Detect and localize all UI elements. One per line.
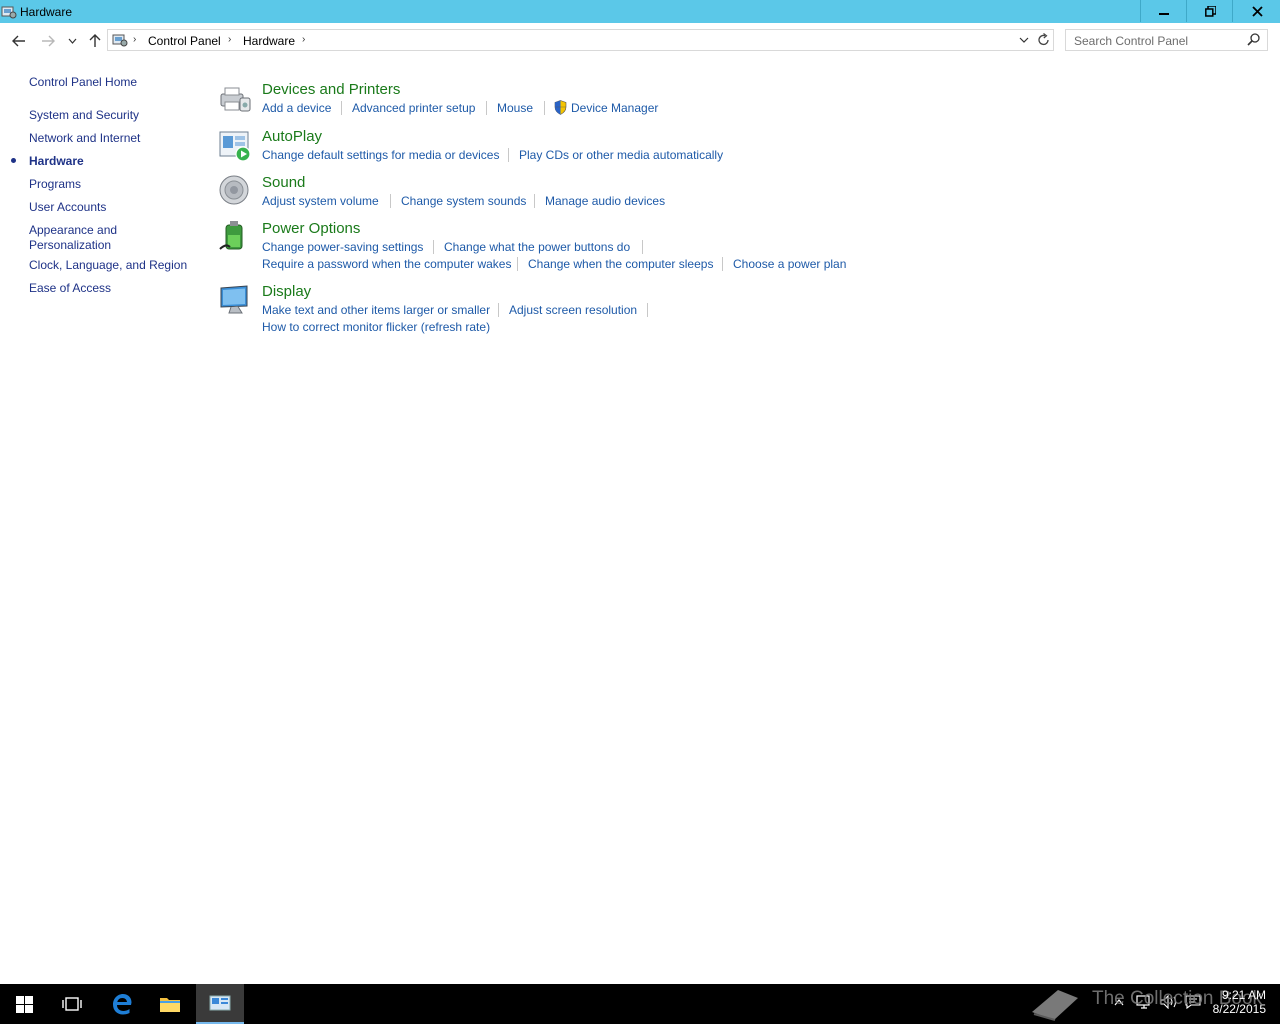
manage-audio-devices-link[interactable]: Manage audio devices — [545, 194, 665, 208]
chevron-right-icon[interactable]: › — [133, 34, 136, 45]
sidebar-item-appearance[interactable]: Appearance and — [29, 223, 117, 238]
restore-icon — [1204, 5, 1216, 17]
title-bar: Hardware — [0, 0, 1280, 23]
address-dropdown-icon[interactable] — [1019, 34, 1029, 46]
clock[interactable]: 9:21 AM 8/22/2015 — [1212, 988, 1266, 1016]
display-icon[interactable] — [218, 283, 252, 317]
monitor-flicker-link[interactable]: How to correct monitor flicker (refresh … — [262, 320, 490, 334]
require-password-on-wake-link[interactable]: Require a password when the computer wak… — [262, 257, 511, 271]
edge-browser-button[interactable] — [98, 984, 146, 1024]
link-separator — [517, 257, 518, 271]
taskbar — [0, 984, 1280, 1024]
power-options-icon[interactable] — [218, 219, 252, 253]
search-box[interactable]: Search Control Panel — [1065, 29, 1268, 51]
sidebar-item-system-and-security[interactable]: System and Security — [29, 108, 139, 123]
sidebar-item-ease-of-access[interactable]: Ease of Access — [29, 281, 111, 296]
link-separator — [544, 101, 545, 115]
devices-and-printers-icon[interactable] — [218, 80, 252, 114]
folder-icon — [160, 998, 180, 1012]
change-system-sounds-link[interactable]: Change system sounds — [401, 194, 526, 208]
control-panel-icon — [1, 6, 17, 19]
search-input[interactable]: Search Control Panel — [1074, 34, 1188, 48]
restore-button[interactable] — [1186, 0, 1233, 22]
edge-icon — [113, 994, 132, 1015]
close-button[interactable] — [1232, 0, 1280, 22]
device-manager-link[interactable]: Device Manager — [571, 101, 658, 115]
book-watermark-icon — [1032, 990, 1078, 1021]
link-separator — [498, 303, 499, 317]
change-default-settings-link[interactable]: Change default settings for media or dev… — [262, 148, 499, 162]
adjust-screen-resolution-link[interactable]: Adjust screen resolution — [509, 303, 637, 317]
link-separator — [642, 240, 643, 254]
sound-icon[interactable] — [218, 173, 252, 207]
recent-locations-button[interactable] — [64, 33, 80, 49]
link-separator — [534, 194, 535, 208]
file-explorer-button[interactable] — [146, 984, 194, 1024]
autoplay-title[interactable]: AutoPlay — [262, 128, 322, 145]
chevron-down-icon — [68, 38, 76, 44]
sound-title[interactable]: Sound — [262, 174, 305, 191]
minimize-icon — [1159, 13, 1169, 15]
link-separator — [722, 257, 723, 271]
breadcrumb-hardware[interactable]: Hardware — [243, 34, 295, 48]
mouse-link[interactable]: Mouse — [497, 101, 533, 115]
choose-power-plan-link[interactable]: Choose a power plan — [733, 257, 846, 271]
autoplay-icon[interactable] — [218, 128, 252, 162]
chevron-right-icon[interactable]: › — [228, 34, 231, 45]
up-button[interactable] — [87, 33, 103, 49]
start-button[interactable] — [0, 984, 48, 1024]
chevron-right-icon[interactable]: › — [302, 34, 305, 45]
sidebar-item-user-accounts[interactable]: User Accounts — [29, 200, 106, 215]
clock-date: 8/22/2015 — [1212, 1002, 1266, 1016]
sidebar-item-hardware: Hardware — [29, 154, 84, 168]
close-icon — [1251, 5, 1263, 17]
clock-time: 9:21 AM — [1221, 988, 1266, 1002]
add-a-device-link[interactable]: Add a device — [262, 101, 331, 115]
control-panel-taskbar-button[interactable] — [196, 984, 244, 1024]
change-when-computer-sleeps-link[interactable]: Change when the computer sleeps — [528, 257, 713, 271]
up-arrow-icon — [89, 34, 101, 47]
link-separator — [486, 101, 487, 115]
sidebar-item-network-and-internet[interactable]: Network and Internet — [29, 131, 140, 146]
uac-shield-icon — [554, 100, 567, 115]
devices-and-printers-title[interactable]: Devices and Printers — [262, 81, 400, 98]
sidebar-item-clock-language-region[interactable]: Clock, Language, and Region — [29, 258, 187, 273]
forward-button[interactable] — [40, 33, 56, 49]
adjust-system-volume-link[interactable]: Adjust system volume — [262, 194, 379, 208]
control-panel-icon — [209, 995, 231, 1011]
back-arrow-icon — [12, 35, 25, 47]
play-cds-link[interactable]: Play CDs or other media automatically — [519, 148, 723, 162]
control-panel-home-link[interactable]: Control Panel Home — [29, 75, 137, 90]
address-bar[interactable]: › Control Panel › Hardware › — [107, 29, 1054, 51]
make-text-larger-link[interactable]: Make text and other items larger or smal… — [262, 303, 490, 317]
change-power-buttons-link[interactable]: Change what the power buttons do — [444, 240, 630, 254]
breadcrumb-control-panel[interactable]: Control Panel — [148, 34, 221, 48]
search-icon[interactable] — [1247, 33, 1260, 46]
sidebar-item-programs[interactable]: Programs — [29, 177, 81, 192]
task-view-icon — [62, 997, 82, 1011]
advanced-printer-setup-link[interactable]: Advanced printer setup — [352, 101, 475, 115]
current-page-bullet — [11, 158, 16, 163]
link-separator — [390, 194, 391, 208]
back-button[interactable] — [11, 33, 27, 49]
windows-logo-icon — [15, 995, 33, 1013]
link-separator — [647, 303, 648, 317]
link-separator — [508, 148, 509, 162]
sidebar-item-personalization[interactable]: Personalization — [29, 238, 111, 253]
link-separator — [433, 240, 434, 254]
minimize-button[interactable] — [1140, 0, 1187, 22]
window-title: Hardware — [20, 5, 73, 19]
change-power-saving-settings-link[interactable]: Change power-saving settings — [262, 240, 423, 254]
forward-arrow-icon — [42, 35, 55, 47]
task-view-button[interactable] — [48, 984, 96, 1024]
control-panel-icon — [112, 34, 128, 47]
power-options-title[interactable]: Power Options — [262, 220, 360, 237]
display-title[interactable]: Display — [262, 283, 311, 300]
refresh-icon[interactable] — [1038, 33, 1050, 47]
link-separator — [341, 101, 342, 115]
